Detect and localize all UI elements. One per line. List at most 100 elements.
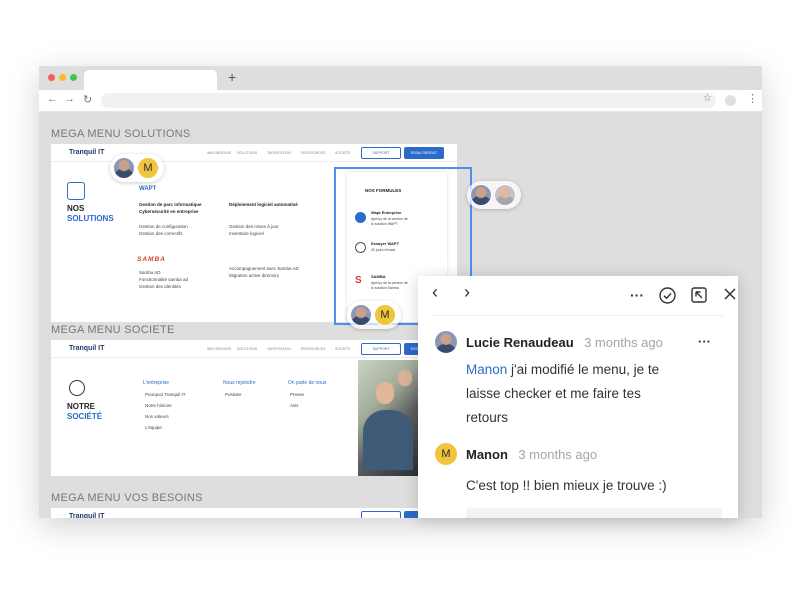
next-comment-icon[interactable]: ›: [464, 283, 470, 301]
comment-time: 3 months ago: [518, 447, 598, 462]
more-options-icon[interactable]: ···: [630, 287, 644, 303]
browser-tab[interactable]: [84, 70, 217, 90]
comment-text: retours: [466, 410, 509, 425]
team-photo: [358, 360, 418, 476]
close-window-dot[interactable]: [48, 74, 55, 81]
comment-author: Lucie Renaudeau: [466, 335, 574, 350]
societe-col-head: On parle de nous: [288, 380, 327, 386]
comment-toolbar: ‹ › ···: [432, 276, 736, 316]
wapt-link: Gestion de configuration: [139, 224, 188, 229]
samba-link: Fonctionnalité samba ad: [139, 277, 189, 282]
comment-header: Lucie Renaudeau 3 months ago: [466, 334, 663, 352]
wapt-link: Gestion des correctifs: [139, 231, 183, 236]
minimize-window-dot[interactable]: [59, 74, 66, 81]
mock-nav-item: SOCIETE: [335, 347, 351, 351]
comment-time: 3 months ago: [584, 335, 663, 350]
societe-title: NOTRE: [67, 402, 95, 411]
photo-person-face: [398, 370, 412, 386]
solutions-icon: [67, 182, 85, 200]
solutions-title-blue: SOLUTIONS: [67, 214, 114, 223]
samba-link: Samba AD: [139, 270, 161, 275]
mock-nav-item: TARIFICATION: [267, 347, 291, 351]
avatar-user[interactable]: [494, 184, 516, 206]
new-tab-button[interactable]: +: [228, 69, 236, 85]
avatar-lucie[interactable]: [113, 157, 135, 179]
browser-toolbar: ← → ↻ ☆ ⋮: [39, 90, 762, 112]
wapt-link: Gestion des mises à jour: [229, 224, 279, 229]
mock-nav-item: SOCIETE: [335, 151, 351, 155]
comment-author: Manon: [466, 447, 508, 462]
mock-nav-item: TARIFICATION: [267, 151, 291, 155]
comment-header: Manon 3 months ago: [466, 446, 597, 464]
mock-nav-item: RESSOURCES: [301, 151, 326, 155]
browser-menu-icon[interactable]: ⋮: [747, 92, 758, 105]
avatar-lucie[interactable]: [470, 184, 492, 206]
address-bar[interactable]: [101, 93, 716, 108]
avatar-group[interactable]: M: [347, 301, 401, 329]
mock-nav-item: SOLUTIONS: [237, 151, 258, 155]
avatar-manon[interactable]: M: [137, 157, 159, 179]
close-icon[interactable]: [723, 287, 737, 301]
samba-link: Migration active directory: [229, 273, 280, 278]
comment-text: j'ai modifié le menu, je te: [507, 362, 660, 377]
mock-logo: Tranquil IT: [69, 513, 105, 518]
mock-nav-item: RESSOURCES: [301, 347, 326, 351]
societe-link: Avis: [290, 403, 299, 408]
mock-support-button: [361, 511, 401, 518]
mention-link[interactable]: Manon: [466, 362, 507, 377]
section-label-solutions: MEGA MENU SOLUTIONS: [51, 128, 191, 140]
prev-comment-icon[interactable]: ‹: [432, 283, 438, 301]
avatar-group[interactable]: M: [110, 154, 164, 182]
tab-bar: +: [39, 66, 762, 90]
bookmark-star-icon[interactable]: ☆: [703, 93, 712, 104]
wapt-link: Inventaire logiciel: [229, 231, 264, 236]
profile-avatar[interactable]: [725, 95, 736, 106]
mock-support-button: SUPPORT: [361, 147, 401, 159]
mock-logo: Tranquil IT: [69, 345, 105, 352]
solutions-title: NOS: [67, 204, 85, 213]
comment-text: laisse checker et me faire tes: [466, 386, 641, 401]
mock-header: Tranquil IT WIKI BESOINS SOLUTIONS TARIF…: [51, 340, 457, 358]
avatar-manon: M: [434, 442, 458, 466]
mock-besoins: Tranquil IT: [51, 508, 457, 518]
avatar-manon[interactable]: M: [374, 304, 396, 326]
wapt-logo: WAPT: [139, 186, 157, 192]
reply-input[interactable]: [466, 508, 722, 518]
comment-body: C'est top !! bien mieux je trouve :): [466, 478, 667, 493]
section-label-besoins: MEGA MENU VOS BESOINS: [51, 492, 203, 504]
forward-arrow-icon[interactable]: →: [64, 93, 75, 105]
societe-link: Notre histoire: [145, 403, 172, 408]
maximize-window-dot[interactable]: [70, 74, 77, 81]
societe-link: Presse: [290, 392, 305, 397]
back-arrow-icon[interactable]: ←: [47, 93, 58, 105]
wapt-link: Cybersécurité en entreprise: [139, 209, 199, 214]
wapt-link: Gestion de parc informatique: [139, 202, 202, 207]
avatar-lucie[interactable]: [350, 304, 372, 326]
mock-logo: Tranquil IT: [69, 149, 105, 156]
mock-nav-item: WIKI BESOINS: [207, 347, 232, 351]
societe-col-head: Nous rejoindre: [223, 380, 256, 386]
comment-more-icon[interactable]: ···: [698, 334, 711, 349]
samba-link: Gestion des identités: [139, 284, 182, 289]
mock-nav-item: WIKI BESOINS: [207, 151, 232, 155]
samba-link: Accompagnement avec Samba AD: [229, 266, 299, 271]
mock-header: Tranquil IT: [51, 508, 457, 518]
samba-logo: SAMBA: [137, 256, 166, 263]
societe-title-blue: SOCIÉTÉ: [67, 412, 103, 421]
mock-nav-item: SOLUTIONS: [237, 347, 258, 351]
photo-person-face: [376, 382, 394, 404]
resolve-check-icon[interactable]: [659, 287, 676, 304]
comment-body: Manon j'ai modifié le menu, je te laisse…: [466, 358, 659, 430]
photo-person: [363, 410, 413, 470]
open-in-page-icon[interactable]: [691, 287, 707, 303]
section-label-societe: MEGA MENU SOCIETE: [51, 324, 175, 336]
reload-icon[interactable]: ↻: [83, 93, 92, 106]
mock-essai-button: ESSAI GRATUIT: [404, 147, 444, 159]
avatar-lucie: [434, 330, 458, 354]
societe-link: Nos valeurs: [145, 414, 169, 419]
societe-col-head: L'entreprise: [143, 380, 169, 386]
wapt-col2-head: Déploiement logiciel automatisé: [229, 202, 298, 207]
avatar-group[interactable]: [467, 181, 521, 209]
societe-link: L'équipe: [145, 425, 162, 430]
comment-thread-panel: ‹ › ··· Lucie Renaudeau 3 months ago ···…: [418, 276, 738, 518]
